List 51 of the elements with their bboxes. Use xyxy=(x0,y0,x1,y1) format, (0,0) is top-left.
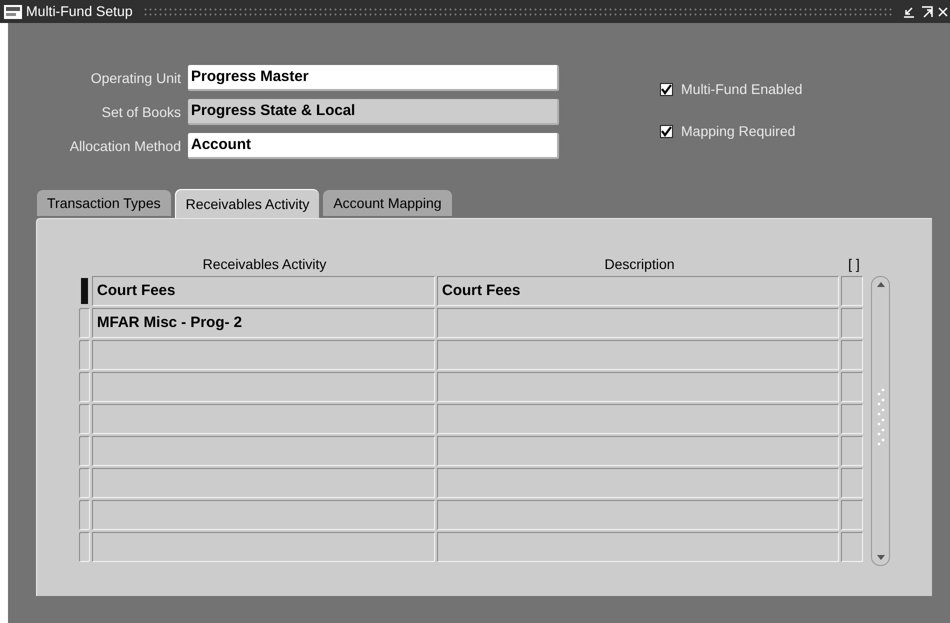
table-cell[interactable] xyxy=(841,372,863,402)
maximize-icon[interactable] xyxy=(920,4,934,18)
app-logo-icon xyxy=(4,4,22,18)
table-cell[interactable] xyxy=(841,532,863,562)
field-label: Allocation Method xyxy=(68,136,181,156)
window-title: Multi-Fund Setup xyxy=(26,2,133,21)
column-header: Receivables Activity xyxy=(202,255,328,274)
table-cell[interactable] xyxy=(437,500,839,530)
table-cell[interactable] xyxy=(437,468,839,498)
table-cell[interactable] xyxy=(92,372,435,402)
checkbox[interactable] xyxy=(660,125,673,138)
close-icon[interactable] xyxy=(938,4,948,18)
checkbox-label: Mapping Required xyxy=(681,122,796,141)
table-cell[interactable] xyxy=(841,404,863,434)
scroll-down-icon[interactable] xyxy=(876,554,886,562)
table-cell[interactable] xyxy=(92,532,435,562)
field-label: Operating Unit xyxy=(90,68,181,88)
table-cell[interactable] xyxy=(437,340,839,370)
scroll-up-icon[interactable] xyxy=(876,280,886,288)
table-cell[interactable]: Court Fees xyxy=(437,276,839,306)
scrollbar[interactable] xyxy=(871,276,890,566)
table-cell[interactable] xyxy=(841,436,863,466)
text-field[interactable]: Account xyxy=(188,133,559,159)
table-cell[interactable] xyxy=(92,468,435,498)
table-cell[interactable] xyxy=(841,308,863,338)
table-cell[interactable] xyxy=(92,404,435,434)
table-cell[interactable]: Court Fees xyxy=(92,276,435,306)
tab[interactable]: Account Mapping xyxy=(323,190,452,216)
tab[interactable]: Receivables Activity xyxy=(174,189,320,218)
table-cell[interactable] xyxy=(841,340,863,370)
checkbox[interactable] xyxy=(660,83,673,96)
row-indicator[interactable] xyxy=(79,276,90,306)
table-cell[interactable] xyxy=(841,500,863,530)
table-cell[interactable] xyxy=(92,436,435,466)
table-cell[interactable] xyxy=(841,468,863,498)
table-cell[interactable] xyxy=(437,532,839,562)
table-cell[interactable] xyxy=(437,404,839,434)
tab[interactable]: Transaction Types xyxy=(37,190,171,216)
column-header: [ ] xyxy=(847,255,861,274)
column-header: Description xyxy=(603,255,676,274)
table-cell[interactable] xyxy=(437,436,839,466)
table-cell[interactable] xyxy=(437,308,839,338)
table-cell[interactable]: MFAR Misc - Prog- 2 xyxy=(92,308,435,338)
checkbox-label: Multi-Fund Enabled xyxy=(681,80,802,99)
text-field[interactable]: Progress Master xyxy=(188,65,559,91)
table-cell[interactable] xyxy=(437,372,839,402)
table-cell[interactable] xyxy=(92,340,435,370)
field-label: Set of Books xyxy=(100,102,181,122)
table-cell[interactable] xyxy=(92,500,435,530)
minimize-icon[interactable] xyxy=(902,4,916,18)
table-cell[interactable] xyxy=(841,276,863,306)
